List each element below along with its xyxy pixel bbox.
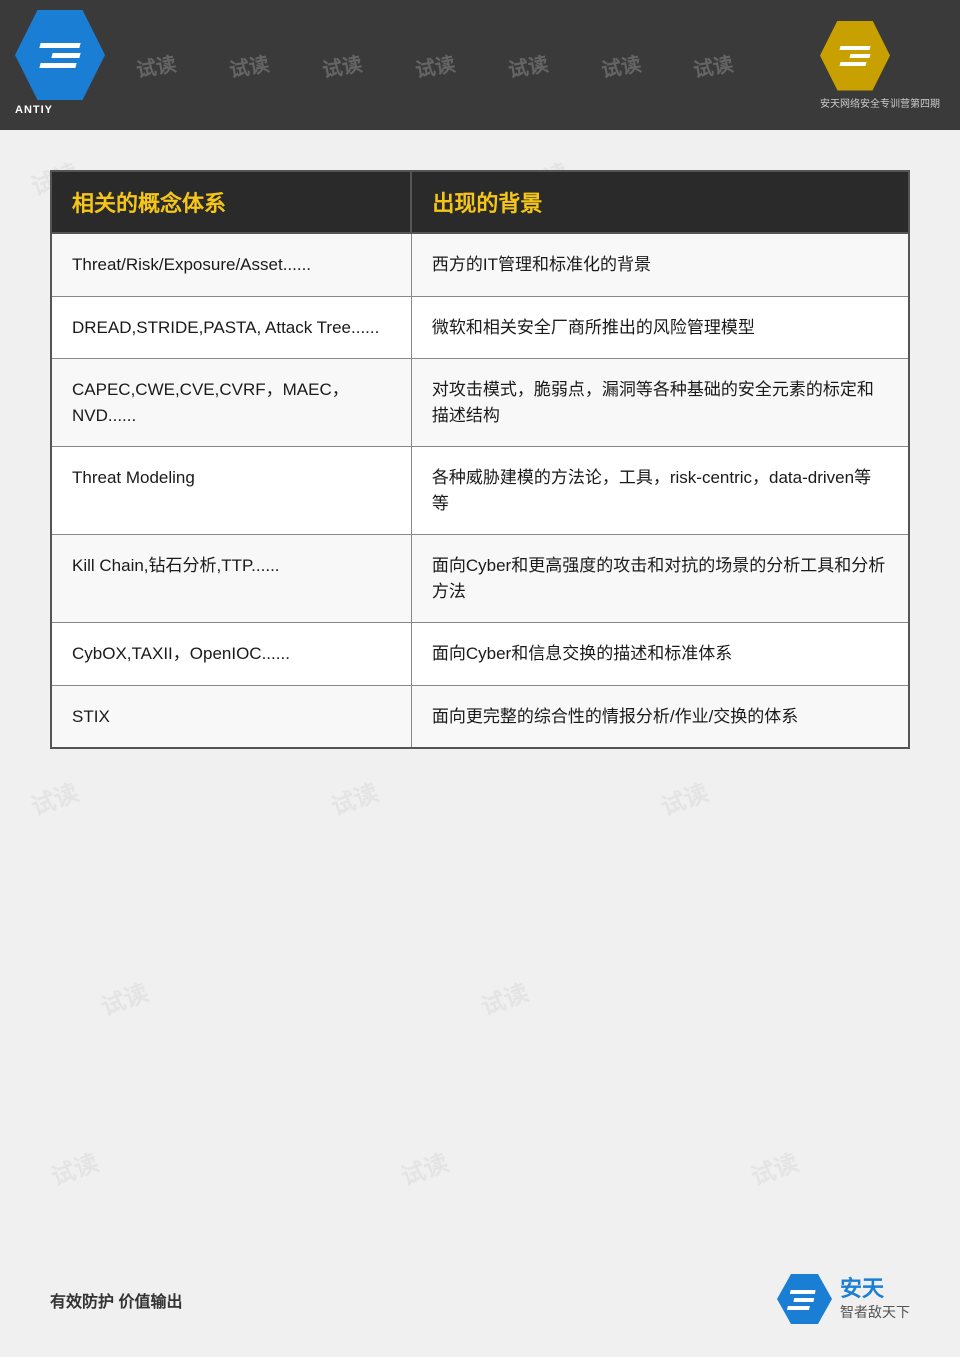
- table-cell-left-1: DREAD,STRIDE,PASTA, Attack Tree......: [51, 296, 411, 359]
- header-logo: ANTIY: [15, 10, 125, 120]
- table-cell-right-2: 对攻击模式，脆弱点，漏洞等各种基础的安全元素的标定和描述结构: [411, 359, 909, 447]
- table-cell-right-3: 各种威胁建模的方法论，工具，risk-centric，data-driven等等: [411, 447, 909, 535]
- table-row: CybOX,TAXII，OpenIOC......面向Cyber和信息交换的描述…: [51, 623, 909, 686]
- wm5: 试读: [506, 47, 550, 83]
- footer-logo: 安天 智者敌天下: [777, 1272, 910, 1327]
- table-cell-right-6: 面向更完整的综合性的情报分析/作业/交换的体系: [411, 685, 909, 748]
- wm4: 试读: [413, 47, 457, 83]
- footer-logo-icon: [777, 1272, 832, 1327]
- table-cell-left-4: Kill Chain,钻石分析,TTP......: [51, 535, 411, 623]
- wm2: 试读: [227, 47, 271, 83]
- table-row: Threat/Risk/Exposure/Asset......西方的IT管理和…: [51, 233, 909, 296]
- footer-slogan: 有效防护 价值输出: [50, 1288, 182, 1312]
- col1-header: 相关的概念体系: [51, 171, 411, 233]
- table-row: Threat Modeling各种威胁建模的方法论，工具，risk-centri…: [51, 447, 909, 535]
- table-cell-left-2: CAPEC,CWE,CVE,CVRF，MAEC，NVD......: [51, 359, 411, 447]
- table-cell-right-4: 面向Cyber和更高强度的攻击和对抗的场景的分析工具和分析方法: [411, 535, 909, 623]
- wm7: 试读: [691, 47, 735, 83]
- table-cell-left-3: Threat Modeling: [51, 447, 411, 535]
- table-row: CAPEC,CWE,CVE,CVRF，MAEC，NVD......对攻击模式，脆…: [51, 359, 909, 447]
- table-row: Kill Chain,钻石分析,TTP......面向Cyber和更高强度的攻击…: [51, 535, 909, 623]
- header-subtitle: 安天网络安全专训营第四期: [820, 95, 940, 110]
- footer-brand-chinese: 安天: [840, 1278, 884, 1300]
- table-cell-left-6: STIX: [51, 685, 411, 748]
- logo-text: ANTIY: [15, 104, 125, 116]
- footer-brand-sub: 智者敌天下: [840, 1302, 910, 1322]
- table-row: DREAD,STRIDE,PASTA, Attack Tree......微软和…: [51, 296, 909, 359]
- table-container: 相关的概念体系 出现的背景 Threat/Risk/Exposure/Asset…: [0, 130, 960, 789]
- table-cell-right-5: 面向Cyber和信息交换的描述和标准体系: [411, 623, 909, 686]
- table-cell-left-0: Threat/Risk/Exposure/Asset......: [51, 233, 411, 296]
- header-watermarks: 试读 试读 试读 试读 试读 试读 试读: [110, 0, 760, 130]
- table-cell-left-5: CybOX,TAXII，OpenIOC......: [51, 623, 411, 686]
- table-row: STIX面向更完整的综合性的情报分析/作业/交换的体系: [51, 685, 909, 748]
- wm6: 试读: [598, 47, 642, 83]
- footer: 有效防护 价值输出 安天 智者敌天下: [0, 1272, 960, 1327]
- footer-brand-area: 安天 智者敌天下: [840, 1278, 910, 1322]
- main-content: 相关的概念体系 出现的背景 Threat/Risk/Exposure/Asset…: [0, 130, 960, 789]
- table-cell-right-0: 西方的IT管理和标准化的背景: [411, 233, 909, 296]
- wm3: 试读: [320, 47, 364, 83]
- header-right-area: 安天网络安全专训营第四期: [820, 21, 940, 110]
- col2-header: 出现的背景: [411, 171, 909, 233]
- header: ANTIY 试读 试读 试读 试读 试读 试读 试读 安天网络安全专训营第四期: [0, 0, 960, 130]
- table-cell-right-1: 微软和相关安全厂商所推出的风险管理模型: [411, 296, 909, 359]
- concept-table: 相关的概念体系 出现的背景 Threat/Risk/Exposure/Asset…: [50, 170, 910, 749]
- wm1: 试读: [134, 47, 178, 83]
